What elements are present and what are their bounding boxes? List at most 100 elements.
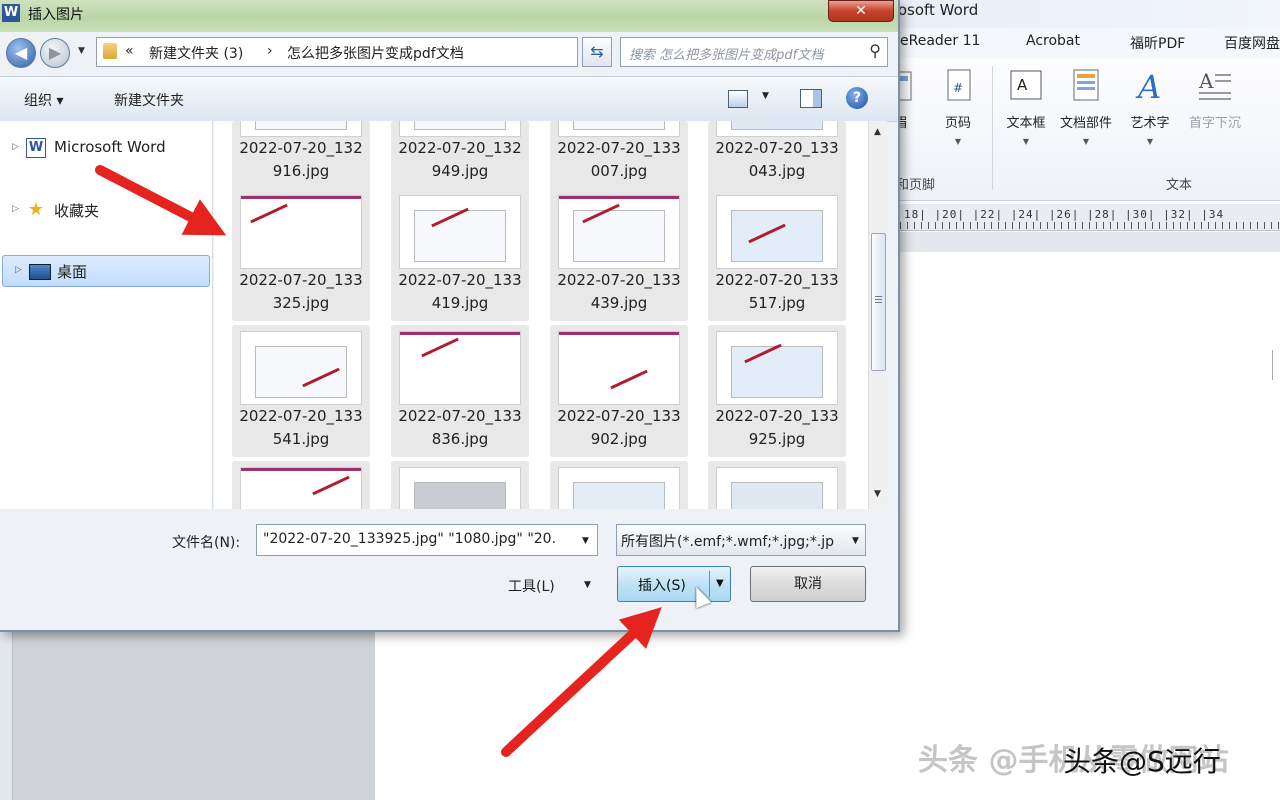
expand-arrow-icon[interactable]: ▷ (12, 142, 19, 152)
vertical-scrollbar[interactable]: ▲ ▼ (868, 121, 887, 509)
tab-foxit-pdf[interactable]: 福昕PDF (1130, 33, 1185, 53)
dialog-title-bar[interactable]: W 插入图片 ✕ (0, 0, 898, 32)
chevron-down-icon: ▼ (1146, 137, 1154, 146)
scrollbar-thumb[interactable] (871, 233, 886, 371)
file-name: 2022-07-20_133 043.jpg (715, 139, 839, 180)
search-input[interactable]: 搜索 怎么把多张图片变成pdf文档 ⚲ (620, 37, 888, 67)
file-item[interactable]: 2022-07-20_133 902.jpg (550, 325, 688, 457)
tab-acrobat[interactable]: Acrobat (1026, 33, 1080, 49)
breadcrumb-overflow[interactable]: « (125, 43, 134, 59)
file-item[interactable] (232, 461, 370, 509)
organize-menu[interactable]: 组织 ▾ (24, 90, 63, 110)
file-type-select[interactable]: 所有图片(*.emf;*.wmf;*.jpg;*.jp (616, 524, 866, 556)
tools-menu[interactable]: 工具(L) (508, 576, 555, 596)
file-item[interactable]: 2022-07-20_133 541.jpg (232, 325, 370, 457)
file-name: 2022-07-20_133 439.jpg (557, 271, 681, 312)
word-app-icon: W (2, 4, 20, 22)
textbox-button[interactable]: A 文本框 ▼ (998, 68, 1054, 146)
file-item[interactable]: 2022-07-20_133 836.jpg (391, 325, 529, 457)
file-item[interactable]: 2022-07-20_133 325.jpg (232, 189, 370, 321)
file-item[interactable]: 2022-07-20_133 925.jpg (708, 325, 846, 457)
breadcrumb-separator[interactable]: › (267, 43, 273, 59)
file-item[interactable]: 2022-07-20_133 439.jpg (550, 189, 688, 321)
filename-label: 文件名(N): (172, 535, 241, 551)
forward-arrow-icon: ▶ (48, 43, 62, 62)
page-number-button[interactable]: # 页码 ▼ (930, 68, 986, 146)
wordart-icon: A (1135, 68, 1161, 104)
recent-locations-dropdown[interactable]: ▼ (78, 46, 85, 56)
file-name: 2022-07-20_133 007.jpg (557, 139, 681, 180)
word-icon: W (26, 138, 46, 158)
document-margin-band (900, 232, 1280, 252)
scroll-down-icon[interactable]: ▼ (874, 489, 881, 499)
image-thumbnail (716, 331, 838, 405)
navigation-bar: ◀ ▶ ▼ « 新建文件夹 (3) › 怎么把多张图片变成pdf文档 ▼ ⇆ 搜… (0, 34, 898, 70)
image-thumbnail (240, 467, 362, 509)
new-folder-button[interactable]: 新建文件夹 (114, 90, 184, 110)
search-placeholder: 搜索 怎么把多张图片变成pdf文档 (629, 48, 824, 63)
file-item[interactable] (391, 461, 529, 509)
word-ribbon: 眉 # 页码 ▼ A 文本框 ▼ 文档部件 ▼ A 艺术字 ▼ A 首字下沉 和… (880, 58, 1280, 201)
tab-baidu-netdisk[interactable]: 百度网盘 (1224, 33, 1280, 53)
image-thumbnail (716, 195, 838, 269)
file-type-dropdown-icon[interactable]: ▼ (852, 536, 859, 546)
image-thumbnail (558, 331, 680, 405)
image-thumbnail (240, 331, 362, 405)
insert-options-dropdown[interactable]: ▼ (716, 578, 724, 589)
back-arrow-icon: ◀ (14, 43, 28, 62)
refresh-button[interactable]: ⇆ (582, 37, 612, 67)
file-item[interactable]: 2022-07-20_133 517.jpg (708, 189, 846, 321)
file-name: 2022-07-20_133 325.jpg (239, 271, 363, 312)
nav-item-microsoft-word[interactable]: ▷ W Microsoft Word (0, 133, 210, 163)
address-bar[interactable]: « 新建文件夹 (3) › 怎么把多张图片变成pdf文档 ▼ (96, 37, 662, 67)
forward-button[interactable]: ▶ (40, 38, 70, 68)
svg-text:A: A (1017, 76, 1028, 94)
drop-cap-icon: A (1198, 69, 1231, 100)
quick-parts-icon (1073, 69, 1099, 101)
insert-button[interactable]: 插入(S) ▼ (617, 566, 731, 602)
image-thumbnail (558, 195, 680, 269)
file-item[interactable] (708, 461, 846, 509)
svg-text:A: A (1135, 68, 1161, 104)
image-thumbnail (399, 467, 521, 509)
preview-pane-icon[interactable] (800, 89, 822, 108)
dialog-toolbar: 组织 ▾ 新建文件夹 ▼ ? (0, 76, 898, 122)
scroll-up-icon[interactable]: ▲ (874, 127, 881, 137)
drop-cap-button[interactable]: A 首字下沉 (1180, 68, 1250, 131)
nav-item-desktop[interactable]: ▷ 桌面 (2, 255, 210, 287)
breadcrumb-current-folder[interactable]: 怎么把多张图片变成pdf文档 (287, 43, 464, 63)
change-view-icon[interactable] (728, 90, 748, 108)
word-title-bar: rosoft Word (880, 0, 1280, 28)
help-icon[interactable]: ? (846, 87, 868, 109)
breadcrumb-new-folder-3[interactable]: 新建文件夹 (3) (149, 43, 243, 63)
cancel-button[interactable]: 取消 (750, 566, 866, 602)
file-item[interactable] (550, 461, 688, 509)
page-edge-marker (1272, 350, 1280, 380)
tools-dropdown-icon[interactable]: ▼ (584, 580, 591, 590)
ribbon-group-separator (992, 66, 993, 190)
filename-input[interactable]: "2022-07-20_133925.jpg" "1080.jpg" "20. (256, 524, 598, 556)
file-list: 2022-07-20_132 916.jpg 2022-07-20_132 949.… (214, 121, 868, 509)
insert-picture-dialog: W 插入图片 ✕ ◀ ▶ ▼ « 新建文件夹 (3) › 怎么把多张图片变成pd… (0, 0, 900, 632)
close-button[interactable]: ✕ (828, 0, 894, 22)
close-icon: ✕ (855, 3, 867, 19)
word-window-title: rosoft Word (892, 1, 979, 19)
expand-arrow-icon[interactable]: ▷ (12, 204, 19, 214)
chevron-down-icon: ▼ (1022, 137, 1030, 146)
navigation-pane: ▷ W Microsoft Word ▷ ★ 收藏夹 ▷ 桌面 (0, 121, 213, 509)
file-name: 2022-07-20_133 541.jpg (239, 407, 363, 448)
desktop-icon (29, 264, 51, 280)
document-gray-area (10, 630, 375, 800)
file-item[interactable]: 2022-07-20_133 419.jpg (391, 189, 529, 321)
wordart-button[interactable]: A 艺术字 ▼ (1122, 68, 1178, 146)
search-icon: ⚲ (869, 41, 881, 60)
quick-parts-button[interactable]: 文档部件 ▼ (1058, 68, 1114, 146)
file-name: 2022-07-20_132 949.jpg (398, 139, 522, 180)
expand-arrow-icon[interactable]: ▷ (15, 265, 22, 275)
back-button[interactable]: ◀ (6, 38, 36, 68)
view-options-dropdown[interactable]: ▼ (762, 91, 769, 101)
filename-dropdown-icon[interactable]: ▼ (582, 536, 589, 546)
tab-ereader[interactable]: eReader 11 (900, 33, 980, 49)
nav-item-favorites[interactable]: ▷ ★ 收藏夹 (0, 195, 210, 225)
vertical-ruler (0, 630, 13, 800)
